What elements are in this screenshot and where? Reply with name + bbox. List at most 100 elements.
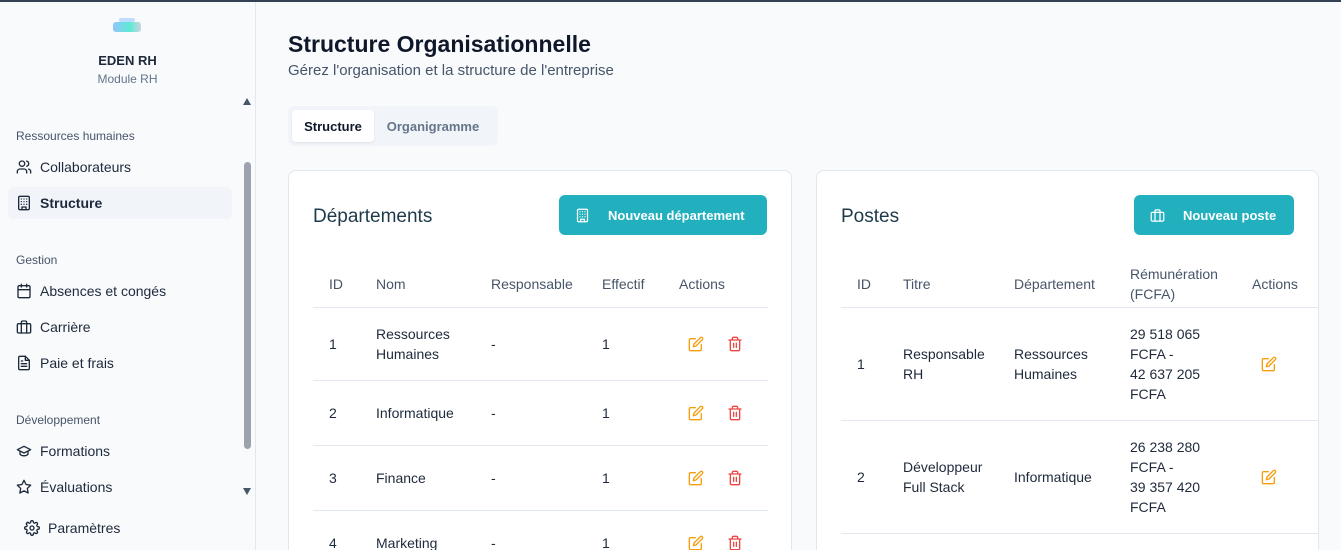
page-subtitle: Gérez l'organisation et la structure de … xyxy=(288,62,614,79)
cell-responsable: - xyxy=(491,470,496,486)
column-header-remuneration-unit: (FCFA) xyxy=(1130,286,1176,302)
cell-titre: Full Stack xyxy=(903,479,965,495)
cell-effectif: 1 xyxy=(602,405,610,421)
cell-nom: Ressources xyxy=(376,326,450,342)
trash-icon[interactable] xyxy=(727,470,743,486)
cell-departement: Humaines xyxy=(1014,366,1078,382)
cell-departement: Ressources xyxy=(1014,346,1088,362)
departments-card: Départements Nouveau département ID Nom … xyxy=(288,170,792,550)
sidebar-item-evaluations[interactable]: Évaluations xyxy=(8,471,232,503)
scroll-up-arrow-icon[interactable] xyxy=(243,98,251,105)
cell-id: 4 xyxy=(329,535,337,550)
section-title-ressources-humaines: Ressources humaines xyxy=(16,129,135,143)
building-icon xyxy=(18,195,30,211)
edit-icon[interactable] xyxy=(688,535,704,550)
cell-id: 1 xyxy=(857,356,865,372)
app-name: EDEN RH xyxy=(98,53,157,68)
trash-icon[interactable] xyxy=(727,535,743,550)
cell-remuneration: 42 637 205 xyxy=(1130,366,1201,382)
table-divider xyxy=(313,510,768,511)
cell-effectif: 1 xyxy=(602,470,610,486)
column-header-nom: Nom xyxy=(376,276,406,292)
edit-icon[interactable] xyxy=(688,405,704,421)
sidebar-item-label: Paie et frais xyxy=(40,355,114,371)
cell-effectif: 1 xyxy=(602,336,610,352)
sidebar-item-parametres[interactable]: Paramètres xyxy=(24,520,120,536)
app-subtitle: Module RH xyxy=(97,72,158,86)
scroll-down-arrow-icon[interactable] xyxy=(243,488,251,495)
edit-icon[interactable] xyxy=(688,470,704,486)
sidebar-item-collaborateurs[interactable]: Collaborateurs xyxy=(8,151,232,183)
sidebar-scrollbar[interactable] xyxy=(244,162,251,449)
edit-icon[interactable] xyxy=(1261,356,1277,372)
users-icon xyxy=(16,160,32,174)
edit-icon[interactable] xyxy=(1261,469,1277,485)
table-divider xyxy=(841,533,1318,534)
table-divider xyxy=(841,307,1318,308)
new-department-label: Nouveau département xyxy=(608,207,745,223)
new-poste-label: Nouveau poste xyxy=(1183,207,1277,223)
sidebar-item-absences[interactable]: Absences et congés xyxy=(8,275,232,307)
cell-nom: Informatique xyxy=(376,405,454,421)
trash-icon[interactable] xyxy=(727,405,743,421)
graduation-cap-icon xyxy=(16,445,32,457)
briefcase-icon xyxy=(1150,208,1165,222)
sidebar-item-carriere[interactable]: Carrière xyxy=(8,311,232,343)
sidebar-item-formations[interactable]: Formations xyxy=(8,435,232,467)
postes-title: Postes xyxy=(841,206,900,227)
sidebar-item-label: Absences et congés xyxy=(40,283,167,299)
edit-icon[interactable] xyxy=(688,336,704,352)
cell-remuneration: 39 357 420 xyxy=(1130,479,1201,495)
cell-id: 2 xyxy=(329,405,337,421)
file-icon xyxy=(18,355,30,371)
sidebar: EDEN RH Module RH Ressources humaines Co… xyxy=(0,2,256,550)
cell-remuneration: 26 238 280 xyxy=(1130,439,1201,455)
cell-responsable: - xyxy=(491,336,496,352)
cell-nom: Finance xyxy=(376,470,426,486)
column-header-remuneration: Rémunération xyxy=(1130,266,1218,282)
briefcase-icon xyxy=(16,320,32,334)
cell-titre: Responsable xyxy=(903,346,985,362)
new-department-button[interactable]: Nouveau département xyxy=(559,195,767,235)
table-divider xyxy=(313,380,768,381)
cell-responsable: - xyxy=(491,535,496,550)
eden-logo-icon xyxy=(112,16,142,38)
cell-nom: Marketing xyxy=(376,535,438,550)
cell-remuneration: FCFA xyxy=(1130,499,1166,515)
cell-nom: Humaines xyxy=(376,346,440,362)
sidebar-item-label: Structure xyxy=(40,195,103,211)
cell-remuneration: 29 518 065 xyxy=(1130,326,1201,342)
departments-title: Départements xyxy=(313,206,433,227)
tab-organigramme[interactable]: Organigramme xyxy=(374,110,492,142)
column-header-actions: Actions xyxy=(679,276,725,292)
cell-effectif: 1 xyxy=(602,535,610,550)
column-header-departement: Département xyxy=(1014,276,1095,292)
gear-icon xyxy=(24,520,40,536)
cell-titre: RH xyxy=(903,366,924,382)
column-header-responsable: Responsable xyxy=(491,276,573,292)
sidebar-item-structure[interactable]: Structure xyxy=(8,187,232,219)
table-divider xyxy=(841,420,1318,421)
sidebar-item-label: Collaborateurs xyxy=(40,159,132,175)
section-title-developpement: Développement xyxy=(16,413,101,427)
column-header-id: ID xyxy=(857,276,871,292)
calendar-icon xyxy=(17,283,31,299)
sidebar-item-paie[interactable]: Paie et frais xyxy=(8,347,232,379)
postes-card: Postes Nouveau poste ID Titre Départemen… xyxy=(816,170,1319,550)
sidebar-item-label: Évaluations xyxy=(40,479,113,495)
column-header-effectif: Effectif xyxy=(602,276,645,292)
settings-label: Paramètres xyxy=(48,520,121,536)
sidebar-item-label: Carrière xyxy=(40,319,91,335)
cell-responsable: - xyxy=(491,405,496,421)
column-header-id: ID xyxy=(329,276,343,292)
new-poste-button[interactable]: Nouveau poste xyxy=(1134,195,1294,235)
sidebar-item-label: Formations xyxy=(40,443,111,459)
trash-icon[interactable] xyxy=(727,336,743,352)
column-header-titre: Titre xyxy=(903,276,931,292)
tab-list: Structure Organigramme xyxy=(288,106,498,146)
building-icon xyxy=(576,208,589,222)
tab-structure[interactable]: Structure xyxy=(292,110,374,142)
star-icon xyxy=(16,479,32,494)
cell-remuneration: FCFA - xyxy=(1130,459,1174,475)
cell-titre: Développeur xyxy=(903,459,983,475)
